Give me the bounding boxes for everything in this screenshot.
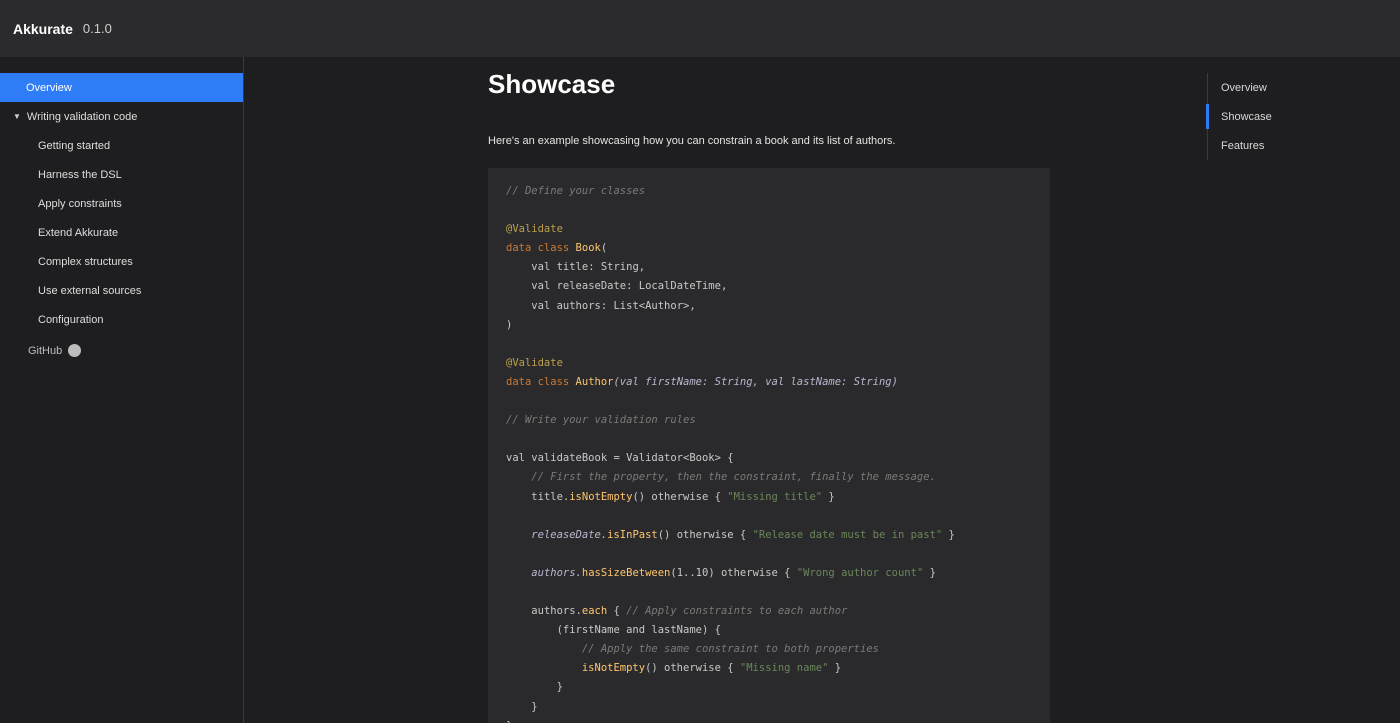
code-text: { xyxy=(607,605,627,618)
code-prop: authors. xyxy=(531,605,582,618)
code-string: "Missing title" xyxy=(727,490,823,503)
toc-item-features[interactable]: Features xyxy=(1208,131,1397,160)
toc-item-showcase[interactable]: Showcase xyxy=(1206,102,1397,131)
code-line: val releaseDate: LocalDateTime, xyxy=(531,280,728,293)
code-line: val title: String, xyxy=(531,261,646,274)
code-annotation: @Validate xyxy=(506,356,563,369)
code-text: (1..10) otherwise { xyxy=(670,566,797,579)
toc-item-label: Showcase xyxy=(1221,110,1272,123)
page-title: Showcase xyxy=(488,69,616,99)
code-keyword: data class xyxy=(506,375,570,388)
code-fn: isNotEmpty xyxy=(581,662,646,675)
code-line: val validateBook = Validator<Book> { xyxy=(506,452,734,465)
code-comment: // First the property, then the constrai… xyxy=(531,471,936,484)
code-fn: isInPast xyxy=(607,528,658,541)
code-string: "Missing name" xyxy=(739,662,829,675)
code-prop: releaseDate. xyxy=(531,528,608,541)
code-block: // Define your classes @Validate data cl… xyxy=(488,168,1050,723)
github-link[interactable]: GitHub xyxy=(0,336,243,365)
sidebar-item-label: Harness the DSL xyxy=(38,168,122,181)
sidebar-item-harness-the-dsl[interactable]: Harness the DSL xyxy=(0,160,243,189)
sidebar-item-label: Use external sources xyxy=(38,284,142,297)
code-line: val authors: List<Author>, xyxy=(531,299,696,312)
sidebar-item-label: Apply constraints xyxy=(38,197,122,210)
sidebar-item-label: Complex structures xyxy=(38,255,133,268)
code-fn: isNotEmpty xyxy=(569,490,633,503)
version-label: 0.1.0 xyxy=(82,21,112,36)
sidebar-item-extend-akkurate[interactable]: Extend Akkurate xyxy=(0,218,243,247)
code-line: } xyxy=(531,700,538,713)
chevron-down-icon[interactable]: ▼ xyxy=(13,112,21,121)
code-line: (firstName and lastName) { xyxy=(556,624,721,637)
sidebar-item-configuration[interactable]: Configuration xyxy=(0,305,243,334)
sidebar-group-label: Writing validation code xyxy=(26,110,138,123)
code-keyword: data class xyxy=(506,242,570,255)
code-text: () otherwise { xyxy=(645,662,740,675)
code-annotation: @Validate xyxy=(506,223,563,236)
code-text: () otherwise { xyxy=(632,490,728,503)
code-line: ) xyxy=(506,318,513,331)
sidebar-item-label: Configuration xyxy=(38,313,104,326)
toc-item-overview[interactable]: Overview xyxy=(1208,73,1397,102)
sidebar-item-apply-constraints[interactable]: Apply constraints xyxy=(0,189,243,218)
code-text: } xyxy=(923,566,936,579)
code-text: } xyxy=(828,662,842,675)
code-comment: // Apply the same constraint to both pro… xyxy=(581,643,879,656)
code-fn: each xyxy=(581,605,608,618)
code-comment: // Apply constraints to each author xyxy=(626,605,848,618)
sidebar-item-getting-started[interactable]: Getting started xyxy=(0,131,243,160)
code-class-name: Author xyxy=(575,375,614,388)
code-class-name: Book xyxy=(575,242,601,255)
sidebar-group-writing-validation-code[interactable]: ▼ Writing validation code xyxy=(0,102,243,131)
sidebar-item-label: Overview xyxy=(26,81,72,94)
sidebar-item-use-external-sources[interactable]: Use external sources xyxy=(0,276,243,305)
sidebar-item-label: Getting started xyxy=(38,139,111,152)
code-params: (val firstName: String, val lastName: St… xyxy=(613,375,898,388)
sidebar-item-label: Extend Akkurate xyxy=(38,226,119,239)
code-text: () otherwise { xyxy=(657,528,753,541)
toc-item-label: Overview xyxy=(1221,81,1267,94)
intro-text: Here's an example showcasing how you can… xyxy=(488,135,896,147)
main-content: Showcase Here's an example showcasing ho… xyxy=(488,57,1088,147)
code-prop: title. xyxy=(531,490,570,503)
brand-logo[interactable]: Akkurate xyxy=(13,21,73,37)
sidebar-item-complex-structures[interactable]: Complex structures xyxy=(0,247,243,276)
sidebar-item-overview[interactable]: Overview xyxy=(0,73,243,102)
code-string: "Release date must be in past" xyxy=(752,528,943,541)
github-label: GitHub xyxy=(28,344,63,357)
table-of-contents: Overview Showcase Features xyxy=(1206,73,1397,160)
code-string: "Wrong author count" xyxy=(796,566,924,579)
code-text: } xyxy=(822,490,835,503)
code-comment: // Define your classes xyxy=(506,185,646,197)
sidebar: Overview ▼ Writing validation code Getti… xyxy=(0,57,244,723)
toc-item-label: Features xyxy=(1221,139,1265,152)
code-line: } xyxy=(556,681,563,694)
code-line: } xyxy=(506,720,512,723)
top-bar: Akkurate 0.1.0 xyxy=(0,0,1400,57)
code-text: } xyxy=(942,528,955,541)
code-comment: // Write your validation rules xyxy=(506,414,696,427)
github-icon xyxy=(68,344,82,357)
code-fn: hasSizeBetween xyxy=(581,566,671,579)
code-prop: authors. xyxy=(531,566,582,579)
